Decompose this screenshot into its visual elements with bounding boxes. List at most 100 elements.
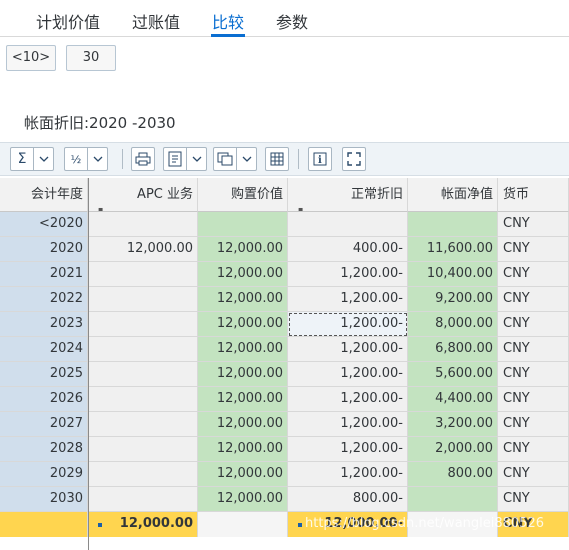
table-row[interactable]: 2024 12,000.00 1,200.00- 6,800.00 CNY [0,337,569,362]
total-row[interactable]: 12,000.00 12,000.00- CNY [0,512,569,537]
cell-net-book-value[interactable] [408,212,498,237]
cell-currency[interactable]: CNY [498,462,569,487]
export-dropdown[interactable] [163,147,207,171]
table-row[interactable]: 2025 12,000.00 1,200.00- 5,600.00 CNY [0,362,569,387]
cell-ordinary-depreciation[interactable] [288,212,408,237]
cell-net-book-value[interactable]: 2,000.00 [408,437,498,462]
table-row[interactable]: 2027 12,000.00 1,200.00- 3,200.00 CNY [0,412,569,437]
cell-currency[interactable]: CNY [498,487,569,512]
cell-currency[interactable]: CNY [498,237,569,262]
cell-currency[interactable]: CNY [498,362,569,387]
col-header-net-book-value[interactable]: 帐面净值 [408,178,498,212]
table-row[interactable]: 2029 12,000.00 1,200.00- 800.00 CNY [0,462,569,487]
cell-ordinary-depreciation[interactable]: 1,200.00- [288,287,408,312]
prev-years-button[interactable]: <10> [6,45,56,71]
cell-currency[interactable]: CNY [498,287,569,312]
cell-acquisition-value[interactable]: 12,000.00 [198,437,288,462]
cell-fiscal-year[interactable]: 2026 [0,387,88,412]
col-header-acquisition-value[interactable]: 购置价值 [198,178,288,212]
col-header-fiscal-year[interactable]: 会计年度 [0,178,88,212]
table-row[interactable]: 2020 12,000.00 12,000.00 400.00- 11,600.00 CN… [0,237,569,262]
cell-currency[interactable]: CNY [498,312,569,337]
cell-net-book-value[interactable]: 3,200.00 [408,412,498,437]
cell-fiscal-year[interactable]: 2025 [0,362,88,387]
cell-apc[interactable]: 12,000.00 [88,237,198,262]
print-button[interactable] [131,147,155,171]
cell-acquisition-value[interactable]: 12,000.00 [198,487,288,512]
table-row[interactable]: <2020 CNY [0,212,569,237]
total-cell-ordinary-depreciation[interactable]: 12,000.00- [288,512,408,537]
cell-acquisition-value[interactable]: 12,000.00 [198,262,288,287]
total-cell-net-book-value[interactable] [408,512,498,537]
cell-ordinary-depreciation[interactable]: 1,200.00- [288,337,408,362]
cell-fiscal-year[interactable]: 2027 [0,412,88,437]
cell-apc[interactable] [88,337,198,362]
cell-apc[interactable] [88,287,198,312]
cell-acquisition-value[interactable]: 12,000.00 [198,462,288,487]
fullscreen-button[interactable] [342,147,366,171]
col-header-apc[interactable]: ▪ APC 业务 [88,178,198,212]
cell-fiscal-year[interactable]: 2024 [0,337,88,362]
total-cell-acquisition-value[interactable] [198,512,288,537]
cell-fiscal-year[interactable]: 2029 [0,462,88,487]
table-row[interactable]: 2030 12,000.00 800.00- CNY [0,487,569,512]
cell-acquisition-value[interactable]: 12,000.00 [198,412,288,437]
cell-fiscal-year[interactable]: 2021 [0,262,88,287]
col-header-ordinary-depreciation[interactable]: ▪ 正常折旧 [288,178,408,212]
cell-apc[interactable] [88,212,198,237]
cell-ordinary-depreciation[interactable]: 1,200.00- [288,362,408,387]
table-row[interactable]: 2028 12,000.00 1,200.00- 2,000.00 CNY [0,437,569,462]
cell-net-book-value[interactable] [408,487,498,512]
cell-acquisition-value[interactable]: 12,000.00 [198,237,288,262]
cell-currency[interactable]: CNY [498,212,569,237]
total-cell-apc[interactable]: 12,000.00 [88,512,198,537]
cell-net-book-value[interactable]: 6,800.00 [408,337,498,362]
cell-net-book-value[interactable]: 5,600.00 [408,362,498,387]
cell-apc[interactable] [88,462,198,487]
cell-net-book-value[interactable]: 9,200.00 [408,287,498,312]
cell-currency[interactable]: CNY [498,387,569,412]
cell-fiscal-year[interactable]: 2028 [0,437,88,462]
cell-ordinary-depreciation[interactable]: 1,200.00- [288,262,408,287]
cell-apc[interactable] [88,437,198,462]
cell-apc[interactable] [88,312,198,337]
cell-net-book-value[interactable]: 4,400.00 [408,387,498,412]
tab-planned-values[interactable]: 计划价值 [36,9,100,33]
cell-apc[interactable] [88,487,198,512]
cell-net-book-value[interactable]: 800.00 [408,462,498,487]
cell-apc[interactable] [88,362,198,387]
cell-net-book-value[interactable]: 10,400.00 [408,262,498,287]
cell-fiscal-year[interactable]: 2030 [0,487,88,512]
cell-acquisition-value[interactable] [198,212,288,237]
table-row[interactable]: 2023 12,000.00 1,200.00- 8,000.00 CNY [0,312,569,337]
sum-dropdown[interactable]: Σ [10,147,54,171]
subtotal-dropdown[interactable]: ½ [64,147,108,171]
cell-fiscal-year[interactable]: <2020 [0,212,88,237]
table-row[interactable]: 2021 12,000.00 1,200.00- 10,400.00 CNY [0,262,569,287]
cell-ordinary-depreciation[interactable]: 1,200.00- [288,462,408,487]
cell-acquisition-value[interactable]: 12,000.00 [198,387,288,412]
cell-currency[interactable]: CNY [498,412,569,437]
cell-ordinary-depreciation[interactable]: 400.00- [288,237,408,262]
cell-acquisition-value[interactable]: 12,000.00 [198,337,288,362]
col-header-currency[interactable]: 货币 [498,178,569,212]
cell-acquisition-value[interactable]: 12,000.00 [198,287,288,312]
cell-currency[interactable]: CNY [498,262,569,287]
tab-comparison[interactable]: 比较 [212,9,244,33]
layout-dropdown[interactable] [213,147,257,171]
cell-acquisition-value[interactable]: 12,000.00 [198,362,288,387]
cell-currency[interactable]: CNY [498,337,569,362]
cell-fiscal-year[interactable]: 2022 [0,287,88,312]
total-cell-currency[interactable]: CNY [498,512,569,537]
info-button[interactable]: i [308,147,332,171]
cell-apc[interactable] [88,387,198,412]
tab-posted-values[interactable]: 过账值 [132,9,180,33]
table-row[interactable]: 2022 12,000.00 1,200.00- 9,200.00 CNY [0,287,569,312]
cell-acquisition-value[interactable]: 12,000.00 [198,312,288,337]
cell-ordinary-depreciation[interactable]: 1,200.00- [288,437,408,462]
table-row[interactable]: 2026 12,000.00 1,200.00- 4,400.00 CNY [0,387,569,412]
cell-net-book-value[interactable]: 8,000.00 [408,312,498,337]
cell-ordinary-depreciation[interactable]: 1,200.00- [288,412,408,437]
cell-ordinary-depreciation[interactable]: 1,200.00- [288,387,408,412]
next-years-button[interactable]: 30 [66,45,116,71]
